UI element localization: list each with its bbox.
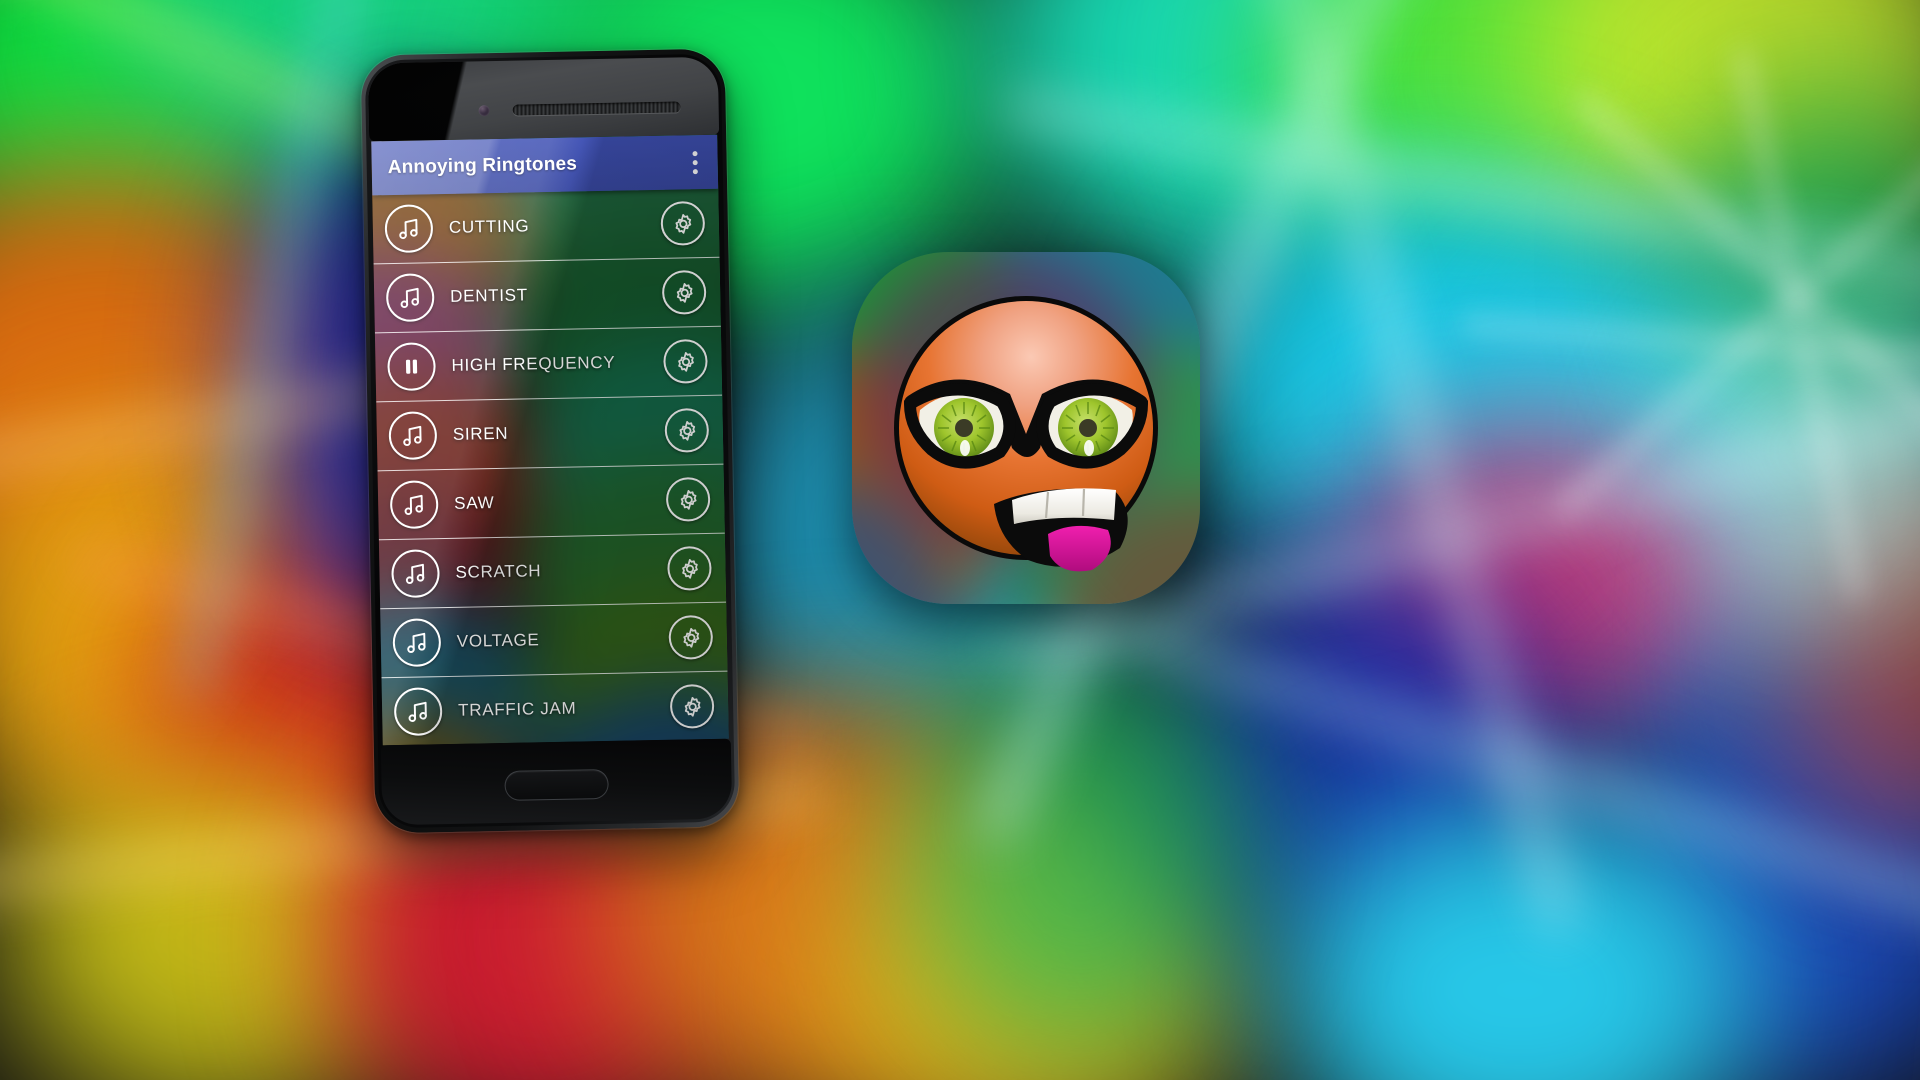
- pause-icon[interactable]: [387, 342, 437, 392]
- ringtone-label: TRAFFIC JAM: [457, 698, 577, 720]
- ringtone-row[interactable]: SCRATCH: [378, 533, 727, 610]
- music-note-icon[interactable]: [391, 549, 440, 599]
- phone-top-bezel: [367, 56, 720, 142]
- music-note-icon[interactable]: [384, 204, 434, 254]
- ringtone-row[interactable]: VOLTAGE: [380, 602, 728, 679]
- gear-icon[interactable]: [664, 407, 710, 453]
- music-note-icon[interactable]: [385, 273, 435, 323]
- gear-icon[interactable]: [660, 200, 706, 246]
- ringtone-row[interactable]: SIREN: [376, 395, 724, 472]
- gear-icon[interactable]: [667, 545, 712, 591]
- phone-mockup: Annoying Ringtones CUTTING DENTIST HIGH FR…: [360, 48, 740, 834]
- ringtone-label: SIREN: [452, 423, 509, 444]
- ringtone-row[interactable]: HIGH FREQUENCY: [374, 326, 723, 403]
- ringtone-row[interactable]: DENTIST: [373, 257, 721, 334]
- ringtone-list: CUTTING DENTIST HIGH FREQUENCY SIREN SAW SCRA…: [372, 188, 729, 746]
- ringtone-label: DENTIST: [450, 285, 528, 306]
- music-note-icon[interactable]: [388, 411, 438, 461]
- angry-emoji-app-icon[interactable]: [852, 252, 1200, 604]
- gear-icon[interactable]: [669, 683, 715, 729]
- phone-screen: Annoying Ringtones CUTTING DENTIST HIGH FR…: [371, 134, 729, 746]
- gear-icon[interactable]: [665, 476, 711, 522]
- music-note-icon[interactable]: [392, 618, 442, 668]
- ringtone-label: SAW: [453, 493, 495, 513]
- more-vertical-icon[interactable]: [677, 140, 712, 185]
- ringtone-row[interactable]: TRAFFIC JAM: [381, 671, 729, 746]
- app-bar: Annoying Ringtones: [371, 134, 719, 196]
- speaker-grille-icon: [512, 101, 681, 116]
- gear-icon[interactable]: [663, 338, 708, 384]
- angry-face-illustration: [894, 296, 1158, 572]
- gear-icon[interactable]: [661, 269, 707, 315]
- page-title: Annoying Ringtones: [387, 153, 578, 179]
- ringtone-label: HIGH FREQUENCY: [451, 352, 616, 375]
- gear-icon[interactable]: [668, 614, 714, 660]
- ringtone-label: CUTTING: [448, 216, 530, 237]
- ringtone-label: SCRATCH: [455, 561, 542, 582]
- ringtone-label: VOLTAGE: [456, 630, 540, 651]
- ringtone-row[interactable]: CUTTING: [372, 188, 720, 265]
- home-button-icon[interactable]: [504, 768, 609, 801]
- music-note-icon[interactable]: [389, 480, 439, 530]
- phone-bottom-bezel: [380, 738, 733, 826]
- ringtone-row[interactable]: SAW: [377, 464, 725, 541]
- music-note-icon[interactable]: [393, 687, 443, 737]
